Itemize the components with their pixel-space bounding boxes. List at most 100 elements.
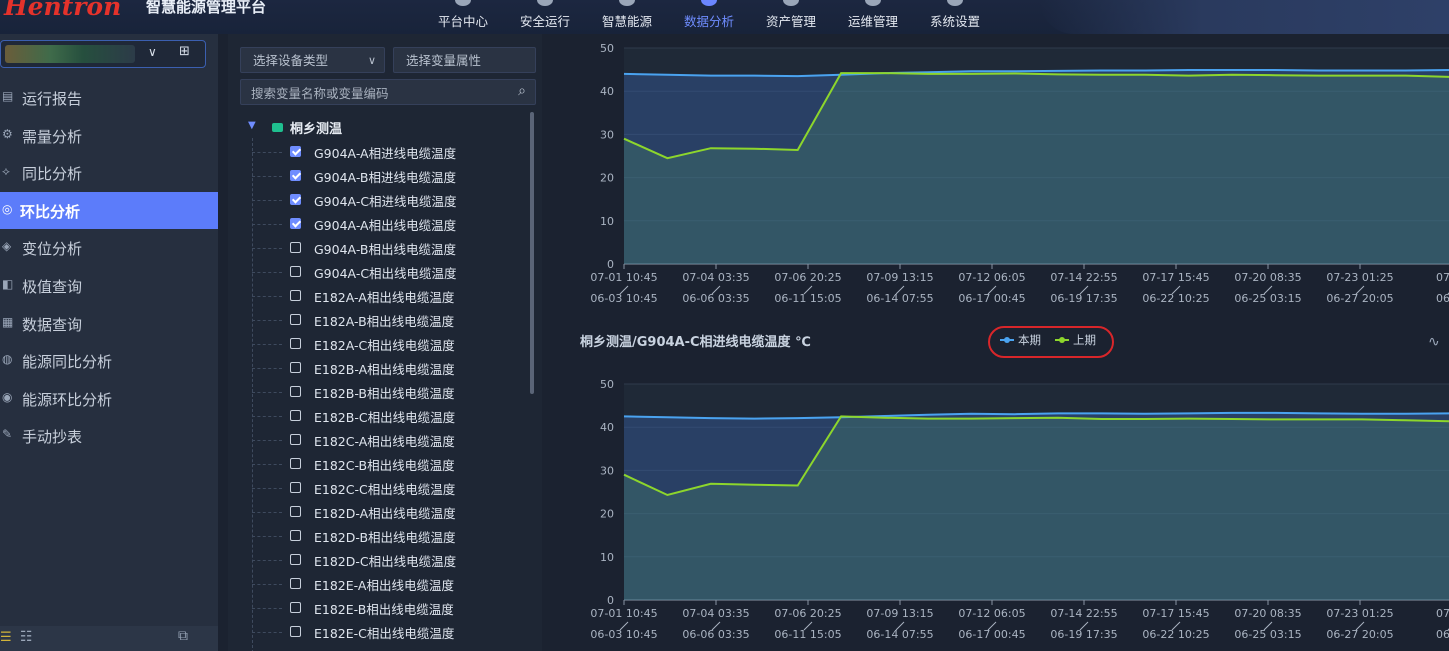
caret-down-icon[interactable]: ▼ [248,120,256,131]
chevron-down-icon[interactable]: ∨ [148,45,157,59]
tree-node[interactable]: G904A-A相进线电缆温度 [240,142,530,162]
variable-attribute-select[interactable]: 选择变量属性 [393,47,536,73]
sidebar-item-label: 数据查询 [22,315,83,334]
nav-item-3[interactable]: 数据分析 [668,0,750,34]
tree-node[interactable]: G904A-B相进线电缆温度 [240,166,530,186]
sidebar-item-9[interactable]: ✎ 手动抄表 [0,417,218,455]
nav-item-2[interactable]: 智慧能源 [586,0,668,34]
sidebar-item-7[interactable]: ◍ 能源同比分析 [0,342,218,380]
sidebar-item-1[interactable]: ⚙ 需量分析 [0,117,218,155]
tree-node[interactable]: E182D-B相出线电缆温度 [240,526,530,546]
node-checkbox[interactable] [290,218,301,229]
node-checkbox[interactable] [290,170,301,181]
sidebar-item-2[interactable]: ⟡ 同比分析 [0,154,218,192]
x-tick-label-current: 07-12 06:05 [958,607,1025,620]
tree-node[interactable]: G904A-B相出线电缆温度 [240,238,530,258]
node-checkbox[interactable] [290,362,301,373]
tree-node[interactable]: G904A-C相出线电缆温度 [240,262,530,282]
node-checkbox[interactable] [290,530,301,541]
tree-node[interactable]: G904A-C相进线电缆温度 [240,190,530,210]
x-tick-label-previous: 06-25 03:15 [1234,292,1301,305]
legend-item-previous[interactable]: 上期 [1055,332,1096,350]
tree-node[interactable]: E182E-A相出线电缆温度 [240,574,530,594]
x-tick-label-previous: 06-19 17:35 [1050,628,1117,641]
tree-node[interactable]: E182A-C相出线电缆温度 [240,334,530,354]
node-checkbox[interactable] [290,266,301,277]
tree-node[interactable]: E182B-A相出线电缆温度 [240,358,530,378]
app-title: 智慧能源管理平台 [146,0,267,16]
node-checkbox[interactable] [290,146,301,157]
node-checkbox[interactable] [290,458,301,469]
search-icon[interactable]: ⌕ [518,83,526,99]
nav-item-6[interactable]: 系统设置 [914,0,996,34]
sidebar-footer: ☰ ☷ ⧉ [0,626,218,651]
nav-item-5[interactable]: 运维管理 [832,0,914,34]
node-checkbox[interactable] [290,242,301,253]
avatar [5,45,135,63]
nav-item-1[interactable]: 安全运行 [504,0,586,34]
node-checkbox[interactable] [290,482,301,493]
copy-icon[interactable]: ⧉ [178,628,188,644]
tree-node[interactable]: E182D-A相出线电缆温度 [240,502,530,522]
tree-scrollbar[interactable] [530,112,534,394]
node-checkbox[interactable] [290,602,301,613]
variable-attribute-select-label: 选择变量属性 [406,53,482,68]
node-checkbox[interactable] [290,626,301,637]
tree-node[interactable]: E182A-B相出线电缆温度 [240,310,530,330]
tree-node[interactable]: G904A-A相出线电缆温度 [240,214,530,234]
tree-node-label: E182D-C相出线电缆温度 [314,554,457,569]
sidebar-item-8[interactable]: ◉ 能源环比分析 [0,380,218,418]
tree-node[interactable]: E182E-B相出线电缆温度 [240,598,530,618]
chart-legend: 本期 上期 [1000,332,1096,350]
tree-node[interactable]: E182E-C相出线电缆温度 [240,622,530,642]
tree-node[interactable]: E182D-C相出线电缆温度 [240,550,530,570]
tree-node[interactable]: E182C-B相出线电缆温度 [240,454,530,474]
tree-node[interactable]: E182A-A相出线电缆温度 [240,286,530,306]
tree-branch-line [252,272,282,273]
nav-item-4[interactable]: 资产管理 [750,0,832,34]
node-checkbox[interactable] [290,506,301,517]
line-chart-toggle-icon[interactable]: ∿ [1428,334,1440,350]
y-tick-label: 0 [607,594,614,607]
node-checkbox[interactable] [290,290,301,301]
grid-icon[interactable]: ⊞ [179,44,190,59]
tree-branch-line [252,248,282,249]
sidebar-item-label: 能源环比分析 [22,390,113,409]
node-checkbox[interactable] [290,338,301,349]
node-checkbox[interactable] [290,554,301,565]
x-tick-label-previous: 06-30 [1436,292,1449,305]
main-nav: 平台中心 安全运行 智慧能源 数据分析 资产管理 运维管理 系统设置 [422,0,996,34]
sidebar-item-label: 同比分析 [22,165,83,184]
list-icon[interactable]: ☰ [0,630,12,645]
node-checkbox[interactable] [290,386,301,397]
tree-branch-line [252,320,282,321]
node-checkbox[interactable] [290,194,301,205]
tree-node[interactable]: E182C-C相出线电缆温度 [240,478,530,498]
tree-node[interactable]: E182B-B相出线电缆温度 [240,382,530,402]
legend-item-current[interactable]: 本期 [1000,332,1041,350]
search-input[interactable] [249,83,503,103]
node-checkbox[interactable] [290,434,301,445]
sidebar-item-6[interactable]: ▦ 数据查询 [0,305,218,343]
shield-icon [537,0,553,6]
device-type-select[interactable]: 选择设备类型 ∨ [240,47,385,73]
node-checkbox[interactable] [290,578,301,589]
nav-item-label: 运维管理 [847,14,898,29]
collapse-menu-icon[interactable]: ☷ [20,629,33,645]
tree-node[interactable]: E182C-A相出线电缆温度 [240,430,530,450]
node-checkbox[interactable] [290,314,301,325]
menu-item-icon: ▦ [2,314,14,329]
tree-node-label: E182B-C相出线电缆温度 [314,410,456,425]
sidebar-item-4[interactable]: ◈ 变位分析 [0,229,218,267]
sidebar: ∨ ⊞ ▤ 运行报告 ⚙ 需量分析 ⟡ 同比分析 ◎ 环比分析 ◈ 变位分析 ◧ 极值查询 ▦ 数据查询 ◍… [0,34,218,651]
sidebar-item-0[interactable]: ▤ 运行报告 [0,79,218,117]
sidebar-item-3[interactable]: ◎ 环比分析 [0,191,218,230]
nav-item-0[interactable]: 平台中心 [422,0,504,34]
account-switcher[interactable]: ∨ ⊞ [0,40,206,68]
tree-node-label: G904A-C相进线电缆温度 [314,194,457,209]
legend-swatch-current [1000,337,1014,343]
sidebar-item-5[interactable]: ◧ 极值查询 [0,267,218,305]
node-checkbox[interactable] [290,410,301,421]
tree-node[interactable]: E182B-C相出线电缆温度 [240,406,530,426]
legend-label-previous: 上期 [1073,333,1096,347]
